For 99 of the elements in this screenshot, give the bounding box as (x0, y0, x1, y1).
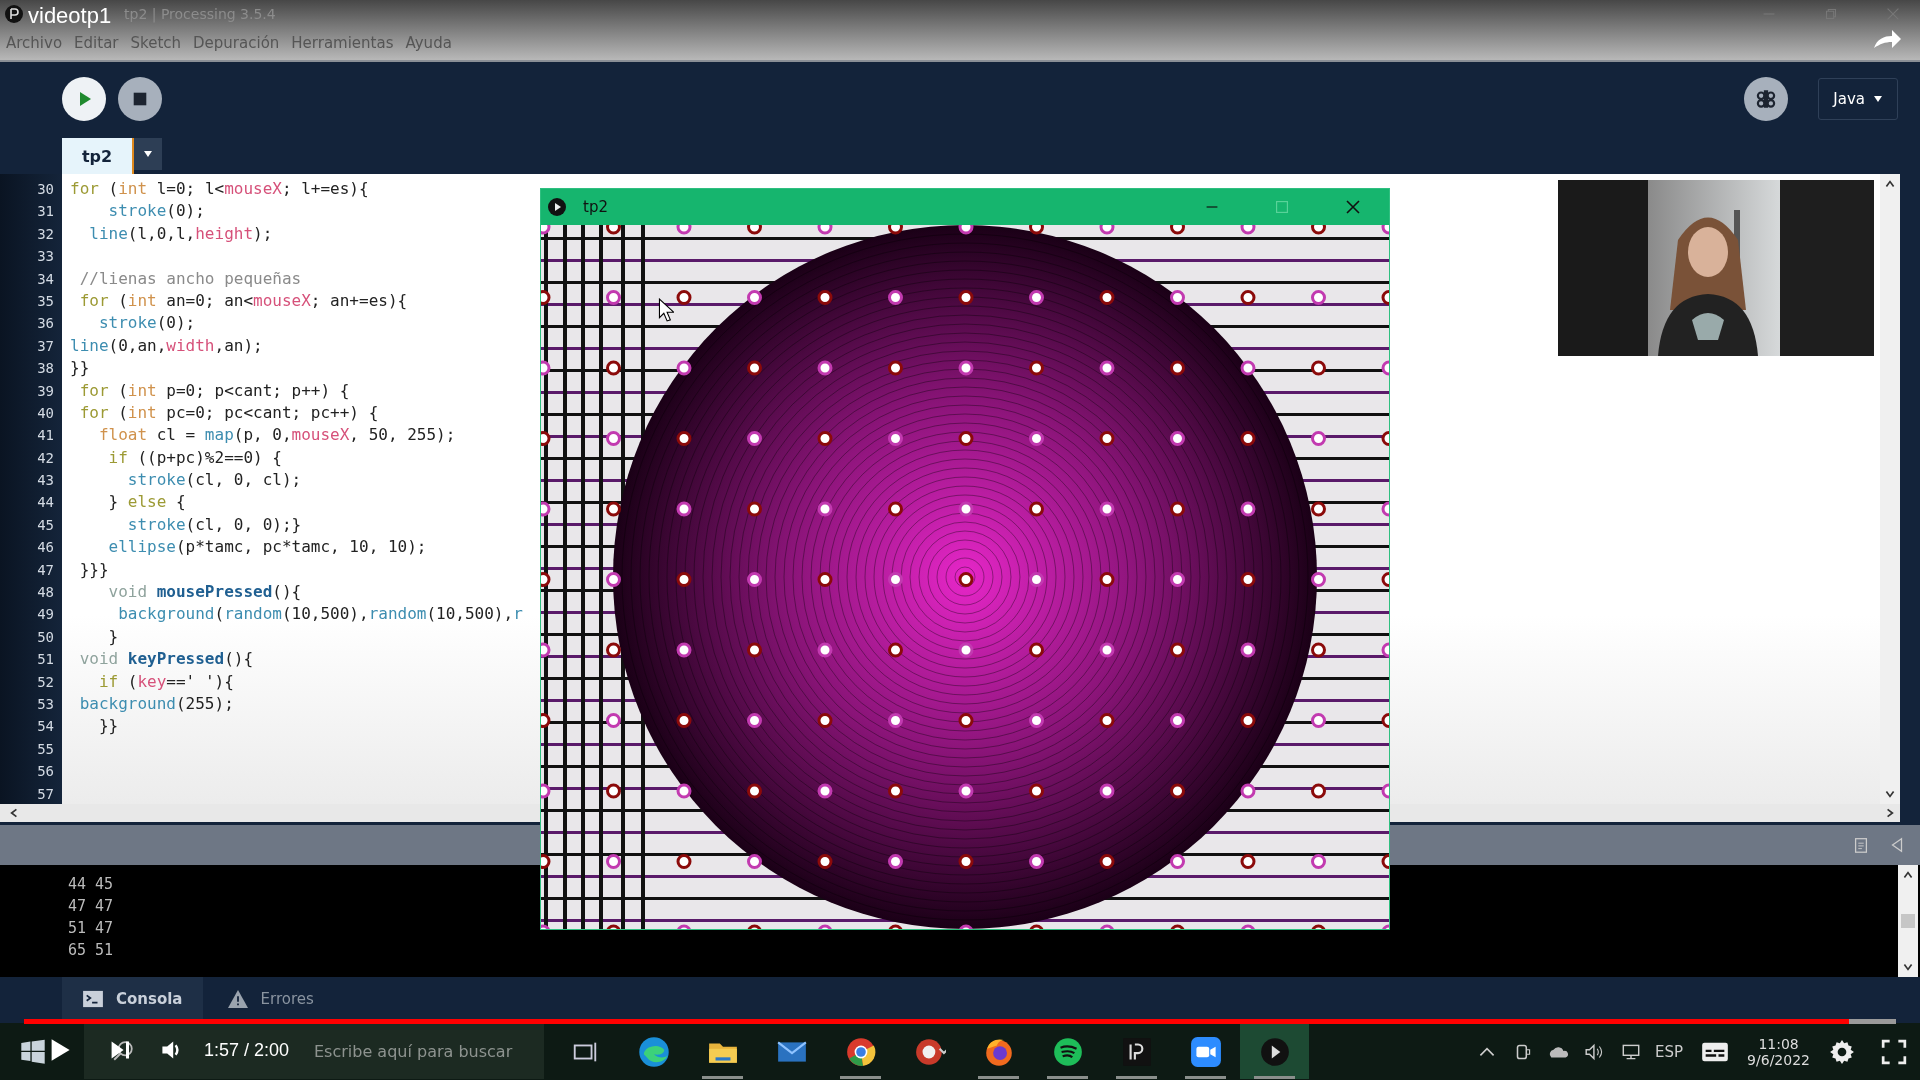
code-line: for (int p=0; p<cant; p++) { (78, 380, 350, 400)
mode-dropdown[interactable]: Java (1818, 78, 1898, 120)
line-number: 51 (36, 650, 55, 670)
video-title: videotp1 (28, 3, 112, 29)
line-number: 49 (36, 605, 55, 625)
cursor-icon (658, 298, 674, 322)
menu-item[interactable]: Herramientas (291, 34, 394, 52)
letter-logo-icon (1120, 1035, 1153, 1068)
clipboard-icon[interactable] (1852, 836, 1870, 854)
line-number: 42 (36, 448, 55, 468)
line-number: 52 (36, 672, 55, 692)
line-number: 46 (36, 538, 55, 558)
console-line: 65 51 (68, 940, 115, 961)
line-number: 54 (36, 717, 55, 737)
code-line: for (int pc=0; pc<cant; pc++) { (78, 402, 379, 422)
line-number: 38 (36, 359, 55, 379)
line-number: 53 (36, 695, 55, 714)
code-line: stroke(cl, 0, 0);} (126, 514, 302, 534)
code-line: line(0,an,width,an); (70, 335, 263, 355)
console-tab[interactable]: Errores (206, 977, 334, 1021)
line-number: 33 (36, 247, 55, 267)
scroll-thumb[interactable] (1901, 914, 1915, 928)
code-line: }}} (78, 559, 109, 579)
line-number: 44 (36, 493, 55, 513)
code-line: ellipse(p*tamc, pc*tamc, 10, 10); (107, 537, 427, 557)
fullscreen-icon[interactable] (1880, 1038, 1908, 1065)
processing-logo-icon (4, 4, 24, 24)
line-number: 34 (36, 269, 55, 289)
caret-icon (1873, 94, 1883, 104)
code-line: line(l,0,l,height); (88, 223, 273, 243)
console-line: 47 47 (68, 896, 115, 917)
code-line: } else { (107, 492, 186, 512)
terminal-icon (82, 990, 104, 1008)
code-line: background(255); (78, 694, 234, 713)
line-number: 47 (36, 560, 55, 580)
line-number: 48 (36, 583, 55, 603)
console-line: 44 45 (68, 874, 115, 895)
line-number: 45 (36, 515, 55, 535)
line-number: 32 (36, 224, 55, 244)
line-number: 30 (36, 180, 55, 199)
line-number: 36 (36, 314, 55, 334)
menu-item[interactable]: Archivo (6, 34, 63, 52)
console-line: 51 47 (68, 918, 115, 939)
tab-menu-button[interactable] (134, 138, 162, 170)
code-line: }} (97, 716, 119, 736)
warning-icon (226, 989, 249, 1009)
console-tab[interactable]: Consola (62, 977, 203, 1021)
video-time: 1:57 / 2:00 (204, 1040, 290, 1061)
line-number: 55 (36, 739, 55, 759)
search-icon (112, 1040, 134, 1062)
code-line: if (key==' '){ (97, 671, 234, 691)
code-line: stroke(cl, 0, cl); (126, 470, 302, 490)
line-number: 57 (36, 784, 55, 804)
code-line: void mousePressed(){ (107, 582, 302, 602)
line-number: 37 (36, 336, 55, 356)
console-scrollbar[interactable] (1898, 865, 1918, 977)
taskbar-app[interactable] (1240, 1024, 1309, 1079)
code-line: background(random(10,500),random(10,500),r (117, 604, 523, 624)
debug-button[interactable] (1744, 77, 1789, 121)
menu-item[interactable]: Editar (74, 34, 119, 52)
sketch-window-title: tp2 (583, 198, 608, 216)
code-line: for (int an=0; an<mouseX; an+=es){ (78, 290, 408, 310)
video-camera-icon (1189, 1035, 1222, 1068)
browser-icon (636, 1034, 671, 1069)
code-line: stroke(0); (97, 313, 196, 333)
run-button[interactable] (62, 77, 106, 121)
menu-item[interactable]: Depuración (193, 34, 280, 52)
code-line: //lienas ancho pequeñas (78, 268, 302, 288)
code-line: } (107, 626, 119, 646)
processing-logo-icon (547, 197, 567, 217)
clock-date: 9/6/2022 (1747, 1051, 1810, 1068)
play-icon (1258, 1035, 1291, 1068)
stop-icon (131, 90, 149, 108)
line-number: 43 (36, 471, 55, 491)
windows-start-icon[interactable] (20, 1038, 46, 1065)
line-number: 31 (36, 202, 55, 222)
language-indicator[interactable]: ESP (1655, 1042, 1684, 1061)
settings-icon[interactable] (1828, 1038, 1856, 1065)
clock-time: 11:08 (1758, 1035, 1799, 1052)
browser-icon (844, 1035, 877, 1068)
line-number: 35 (36, 291, 55, 311)
code-line: void keyPressed(){ (78, 649, 254, 669)
line-number: 41 (36, 426, 55, 446)
vertical-scrollbar[interactable] (1880, 174, 1900, 804)
code-line: for (int l=0; l<mouseX; l+=es){ (70, 179, 369, 198)
code-line: }} (70, 358, 90, 378)
caret-icon (143, 149, 153, 159)
line-number: 40 (36, 403, 55, 423)
menu-item[interactable]: Sketch (130, 34, 182, 52)
code-line: float cl = map(p, 0,mouseX, 50, 255); (97, 425, 456, 445)
line-number: 56 (36, 762, 55, 782)
code-line: stroke(0); (107, 201, 205, 221)
stop-button[interactable] (118, 77, 162, 121)
line-number: 39 (36, 381, 55, 401)
menu-item[interactable]: Ayuda (405, 34, 452, 52)
code-line: if ((p+pc)%2==0) { (107, 447, 282, 467)
sketch-tab[interactable]: tp2 (62, 138, 134, 174)
line-number: 50 (36, 627, 55, 647)
music-icon (1051, 1035, 1084, 1068)
